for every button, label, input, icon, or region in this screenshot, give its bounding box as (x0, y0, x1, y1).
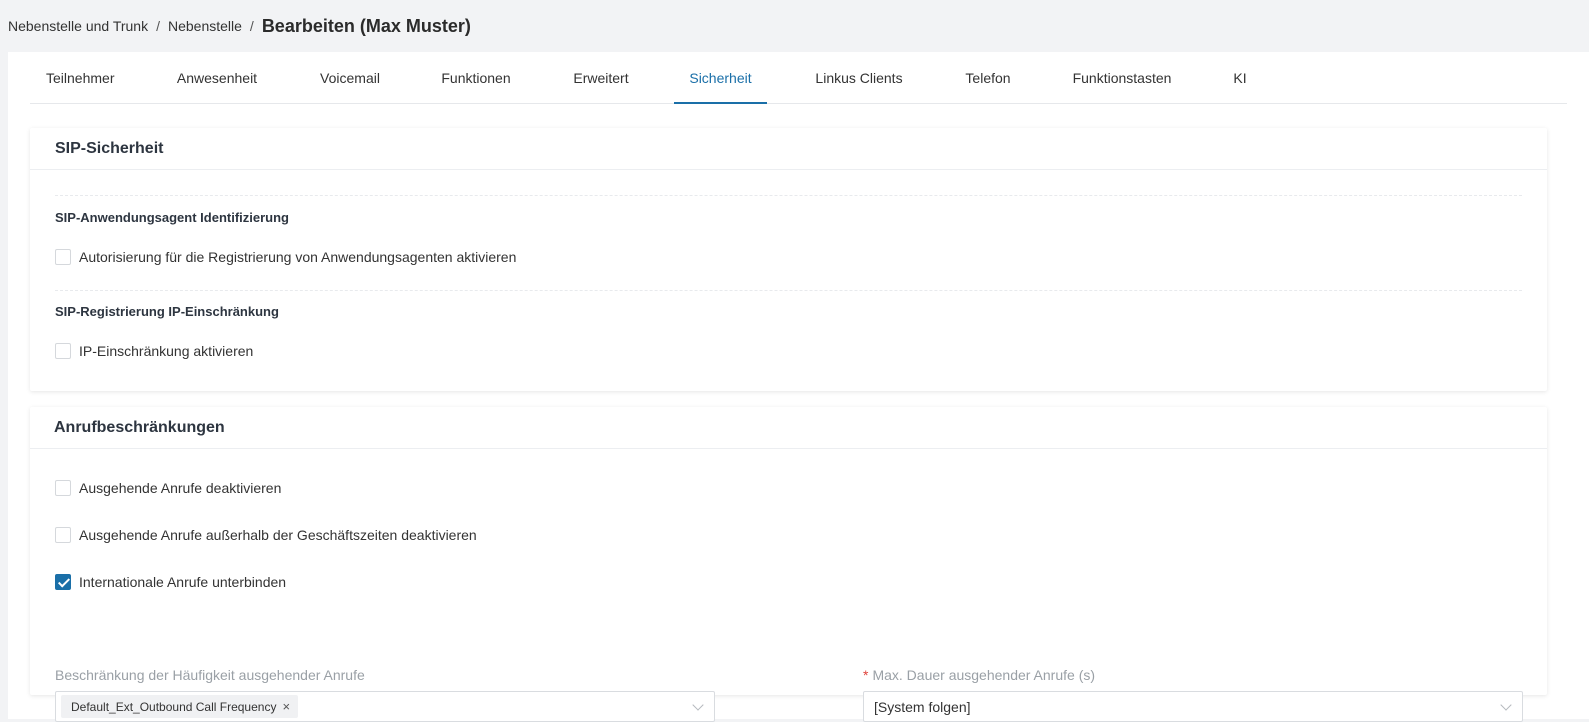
divider (55, 195, 1522, 196)
block-international-label: Internationale Anrufe unterbinden (79, 574, 287, 590)
breadcrumb-separator: / (156, 18, 160, 34)
tab-anwesenheit[interactable]: Anwesenheit (176, 52, 258, 104)
breadcrumb: Nebenstelle und Trunk / Nebenstelle / Be… (8, 12, 471, 40)
ip-restriction-checkbox[interactable] (55, 343, 71, 359)
page-title: Bearbeiten (Max Muster) (261, 15, 471, 36)
call-restrictions-title: Anrufbeschränkungen (30, 407, 1547, 449)
ip-restriction-option[interactable]: IP-Einschränkung aktivieren (55, 343, 253, 359)
disable-outbound-after-hours-checkbox[interactable] (55, 527, 71, 543)
disable-outbound-option[interactable]: Ausgehende Anrufe deaktivieren (55, 480, 281, 496)
divider (55, 290, 1522, 291)
disable-outbound-checkbox[interactable] (55, 480, 71, 496)
frequency-tag: Default_Ext_Outbound Call Frequency × (61, 695, 299, 718)
sip-security-card: SIP-Sicherheit SIP-Anwendungsagent Ident… (30, 128, 1547, 391)
ip-restriction-label: IP-Einschränkung aktivieren (79, 343, 254, 359)
tab-funktionstasten[interactable]: Funktionstasten (1072, 52, 1172, 104)
max-duration-select[interactable]: [System folgen] (863, 691, 1523, 722)
max-duration-label-text: Max. Dauer ausgehender Anrufe (s) (872, 667, 1096, 683)
call-restrictions-card: Anrufbeschränkungen Ausgehende Anrufe de… (30, 407, 1547, 722)
breadcrumb-item-trunk[interactable]: Nebenstelle und Trunk (8, 18, 148, 34)
tab-sicherheit[interactable]: Sicherheit (674, 52, 767, 104)
disable-outbound-after-hours-label: Ausgehende Anrufe außerhalb der Geschäft… (79, 527, 477, 543)
sip-security-title: SIP-Sicherheit (30, 128, 1547, 170)
ip-restriction-heading: SIP-Registrierung IP-Einschränkung (55, 304, 279, 319)
ua-authorization-label: Autorisierung für die Registrierung von … (79, 249, 517, 265)
tab-telefon[interactable]: Telefon (964, 52, 1012, 104)
block-international-option[interactable]: Internationale Anrufe unterbinden (55, 574, 286, 590)
disable-outbound-after-hours-option[interactable]: Ausgehende Anrufe außerhalb der Geschäft… (55, 527, 477, 543)
required-marker: * (863, 667, 869, 683)
tab-ki[interactable]: KI (1232, 52, 1248, 104)
edit-extension-panel: Teilnehmer Anwesenheit Voicemail Funktio… (8, 52, 1589, 722)
close-icon[interactable]: × (282, 699, 290, 714)
tab-erweitert[interactable]: Erweitert (572, 52, 630, 104)
tab-funktionen[interactable]: Funktionen (441, 52, 511, 104)
disable-outbound-label: Ausgehende Anrufe deaktivieren (79, 480, 282, 496)
tab-teilnehmer[interactable]: Teilnehmer (46, 52, 114, 104)
chevron-down-icon (1500, 699, 1512, 711)
frequency-tag-label: Default_Ext_Outbound Call Frequency (71, 699, 277, 714)
block-international-checkbox[interactable] (55, 574, 71, 590)
tab-bar: Teilnehmer Anwesenheit Voicemail Funktio… (30, 52, 1567, 104)
frequency-limit-label: Beschränkung der Häufigkeit ausgehender … (55, 667, 365, 683)
breadcrumb-separator: / (249, 18, 254, 34)
breadcrumb-item-extension[interactable]: Nebenstelle (168, 18, 242, 34)
tab-linkus-clients[interactable]: Linkus Clients (815, 52, 903, 104)
chevron-down-icon (692, 699, 704, 711)
tab-voicemail[interactable]: Voicemail (319, 52, 381, 104)
max-duration-value: [System folgen] (874, 698, 971, 715)
max-duration-label: * Max. Dauer ausgehender Anrufe (s) (863, 667, 1095, 683)
frequency-limit-select[interactable]: Default_Ext_Outbound Call Frequency × (55, 691, 715, 722)
ua-identification-heading: SIP-Anwendungsagent Identifizierung (55, 210, 289, 225)
ua-authorization-checkbox[interactable] (55, 249, 71, 265)
ua-authorization-option[interactable]: Autorisierung für die Registrierung von … (55, 249, 516, 265)
